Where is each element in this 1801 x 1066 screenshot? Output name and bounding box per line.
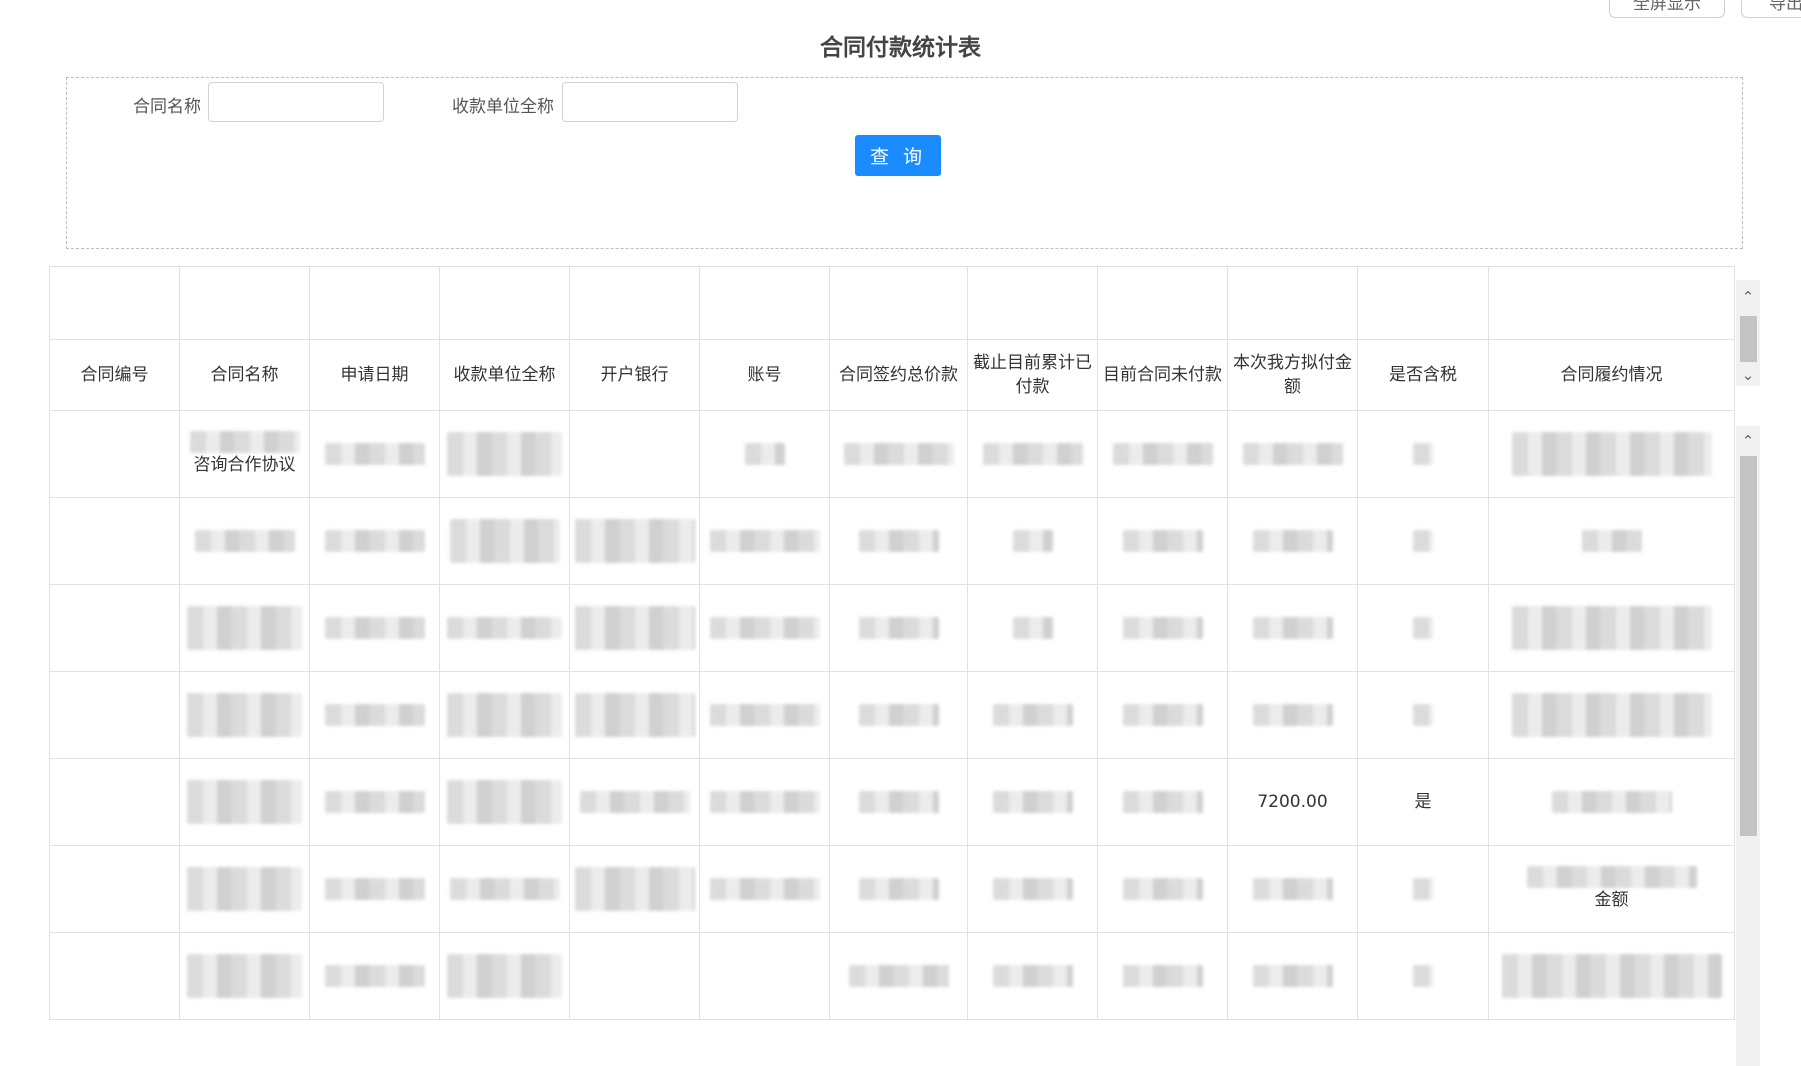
contract-name-cell: 咨询合作协议 — [193, 455, 296, 475]
col-performance: 合同履约情况 — [1488, 339, 1735, 411]
table-header-row: 合同编号 合同名称 申请日期 收款单位全称 开户银行 账号 合同签约总价款 截止… — [49, 339, 1735, 411]
table-row[interactable] — [49, 584, 1735, 672]
plan-amount-cell: 7200.00 — [1257, 792, 1328, 812]
scroll-up-icon[interactable]: ⌃ — [1736, 286, 1760, 308]
col-contract-no: 合同编号 — [49, 339, 180, 411]
scroll-down-icon[interactable]: ⌄ — [1736, 364, 1760, 386]
col-tax-included: 是否含税 — [1357, 339, 1489, 411]
col-unpaid: 目前合同未付款 — [1097, 339, 1228, 411]
fullscreen-button[interactable]: 全屏显示 — [1609, 0, 1725, 18]
table-row[interactable]: 金额 — [49, 845, 1735, 933]
header-scrollbar-thumb[interactable] — [1740, 316, 1757, 362]
table-row[interactable] — [49, 671, 1735, 759]
body-scroll-up-icon[interactable]: ⌃ — [1736, 430, 1760, 452]
col-payee: 收款单位全称 — [439, 339, 570, 411]
col-contract-name: 合同名称 — [179, 339, 310, 411]
col-plan-amount: 本次我方拟付金额 — [1227, 339, 1358, 411]
col-paid-total: 截止目前累计已付款 — [967, 339, 1098, 411]
body-scrollbar[interactable]: ⌃ — [1736, 426, 1760, 1066]
contract-name-input[interactable] — [208, 82, 384, 122]
header-scrollbar[interactable]: ⌃ ⌄ — [1736, 280, 1760, 386]
contract-name-label: 合同名称 — [133, 97, 201, 117]
contract-payment-table: 合同编号 合同名称 申请日期 收款单位全称 开户银行 账号 合同签约总价款 截止… — [49, 266, 1760, 1066]
col-account: 账号 — [699, 339, 830, 411]
export-button[interactable]: 导出 — [1741, 0, 1801, 18]
tax-included-cell: 是 — [1414, 792, 1432, 812]
query-button[interactable]: 查 询 — [855, 135, 941, 176]
body-scrollbar-thumb[interactable] — [1740, 456, 1757, 836]
performance-cell: 金额 — [1594, 890, 1629, 910]
table-row[interactable] — [49, 497, 1735, 585]
payee-name-label: 收款单位全称 — [452, 97, 554, 117]
table-row[interactable]: 7200.00 是 — [49, 758, 1735, 846]
filter-row — [49, 266, 1735, 340]
table-row[interactable] — [49, 932, 1735, 1020]
col-apply-date: 申请日期 — [309, 339, 440, 411]
page-title: 合同付款统计表 — [820, 35, 981, 61]
col-total-price: 合同签约总价款 — [829, 339, 968, 411]
col-bank: 开户银行 — [569, 339, 700, 411]
table-row[interactable]: 咨询合作协议 — [49, 410, 1735, 498]
payee-name-input[interactable] — [562, 82, 738, 122]
